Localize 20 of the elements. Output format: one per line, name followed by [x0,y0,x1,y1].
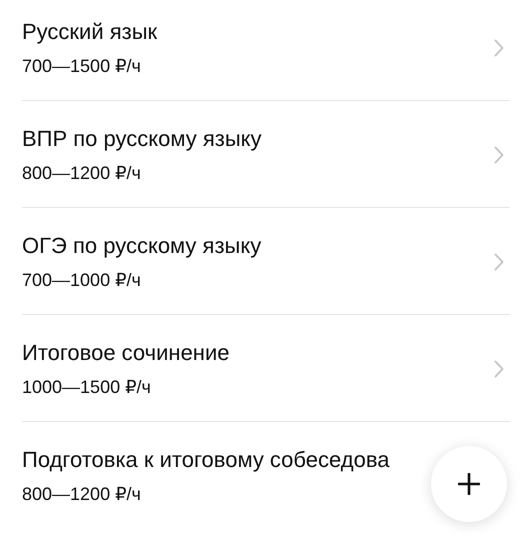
plus-icon [458,473,480,495]
subject-item[interactable]: Русский язык 700—1500 ₽/ч [0,0,532,100]
subject-item[interactable]: Итоговое сочинение 1000—1500 ₽/ч [0,315,532,421]
subject-price: 700—1000 ₽/ч [22,269,141,292]
chevron-icon [494,360,504,378]
subject-item[interactable]: ОГЭ по русскому языку 700—1000 ₽/ч [0,208,532,314]
subject-item[interactable]: Подготовка к итоговому собеседова 800—1200 ₽/ч [0,422,532,528]
chevron-icon [494,253,504,271]
subject-price: 1000—1500 ₽/ч [22,376,151,399]
subject-item[interactable]: ВПР по русскому языку 800—1200 ₽/ч [0,101,532,207]
subject-title: Подготовка к итоговому собеседова [22,446,390,474]
subject-price: 800—1200 ₽/ч [22,162,141,185]
chevron-icon [494,146,504,164]
subject-price: 700—1500 ₽/ч [22,55,141,78]
subject-title: Русский язык [22,18,158,46]
subject-price: 800—1200 ₽/ч [22,483,141,506]
chevron-icon [494,39,504,57]
subject-title: ВПР по русскому языку [22,125,262,153]
subject-title: ОГЭ по русскому языку [22,232,262,260]
subject-title: Итоговое сочинение [22,339,230,367]
